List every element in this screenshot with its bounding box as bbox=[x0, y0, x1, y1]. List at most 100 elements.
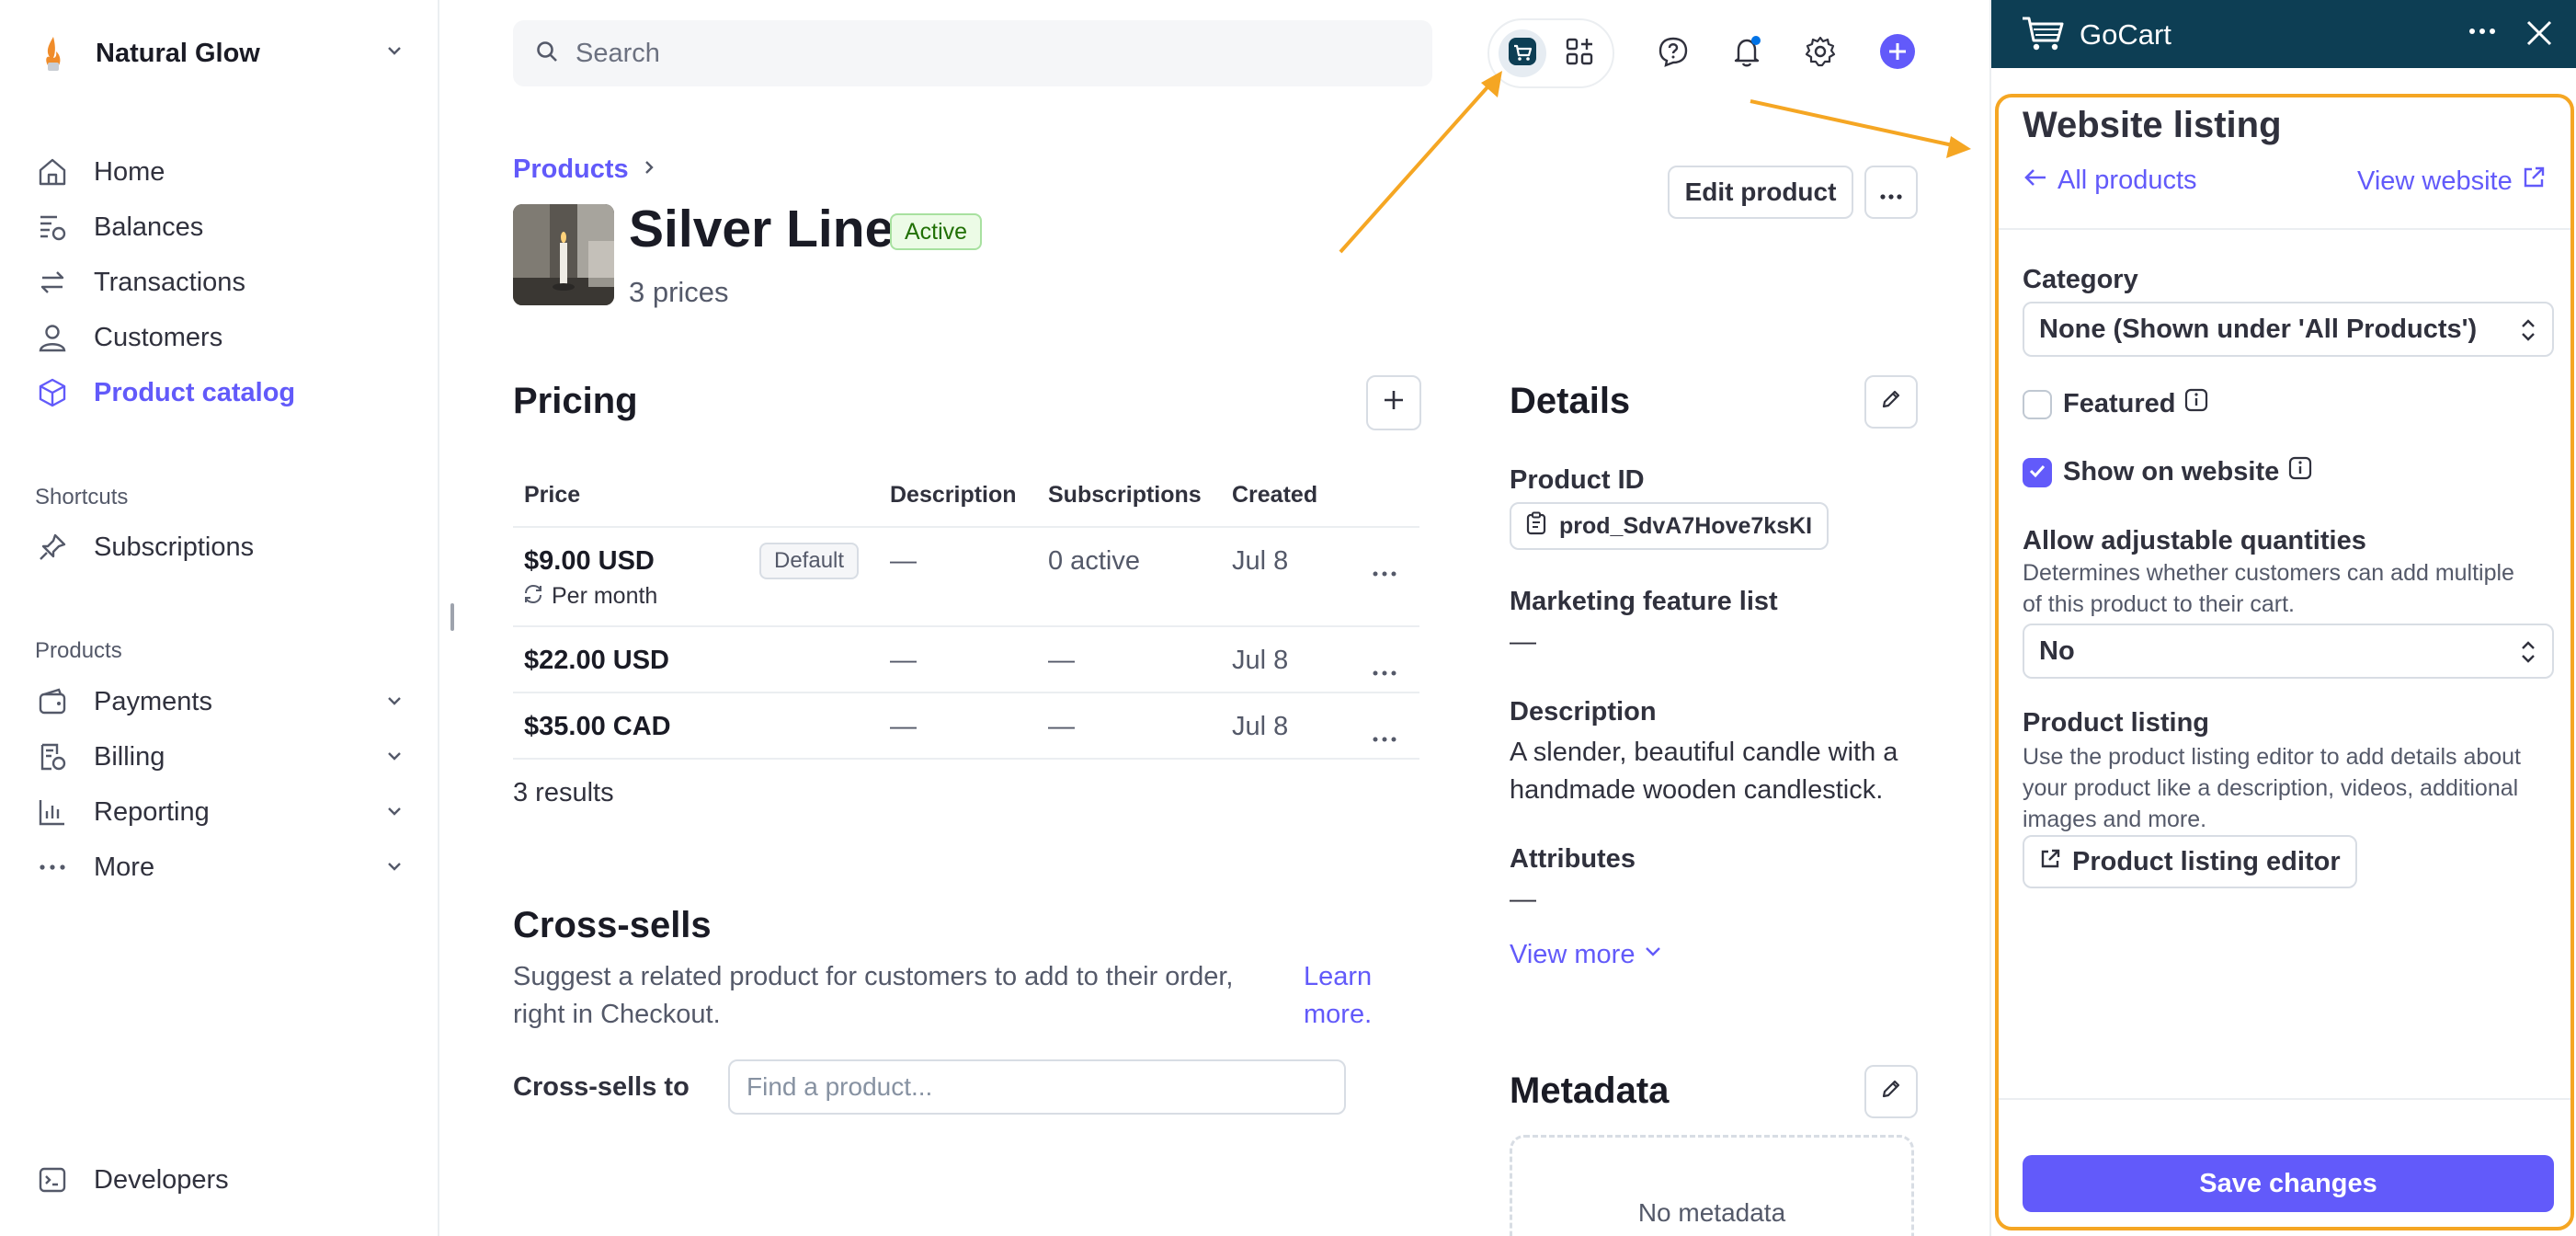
settings-button[interactable] bbox=[1798, 31, 1842, 75]
learn-more-link[interactable]: Learn more. bbox=[1304, 958, 1372, 1034]
price-description: — bbox=[890, 646, 917, 675]
sidebar-item-reporting[interactable]: Reporting bbox=[37, 790, 405, 834]
sidebar-item-home[interactable]: Home bbox=[37, 150, 405, 194]
close-icon[interactable] bbox=[2525, 18, 2554, 52]
product-catalog-icon bbox=[37, 372, 77, 413]
sidebar-item-more[interactable]: More bbox=[37, 845, 405, 889]
show-on-website-checkbox[interactable] bbox=[2023, 458, 2052, 487]
metadata-heading: Metadata bbox=[1510, 1070, 1670, 1111]
sidebar-item-label: Customers bbox=[94, 322, 223, 352]
sidebar-item-subscriptions[interactable]: Subscriptions bbox=[37, 525, 405, 569]
sidebar-item-transactions[interactable]: Transactions bbox=[37, 260, 405, 304]
edit-metadata-button[interactable] bbox=[1864, 1065, 1918, 1118]
sidebar-item-label: Product catalog bbox=[94, 377, 296, 407]
description-line-2: handmade wooden candlestick. bbox=[1510, 775, 1884, 805]
sidebar-item-developers[interactable]: Developers bbox=[37, 1158, 405, 1202]
help-button[interactable] bbox=[1651, 31, 1695, 75]
row-actions-button[interactable] bbox=[1372, 653, 1397, 684]
price-created: Jul 8 bbox=[1232, 646, 1289, 675]
category-select[interactable]: None (Shown under 'All Products') bbox=[2023, 302, 2554, 357]
row-actions-button[interactable] bbox=[1372, 719, 1397, 750]
edit-product-button[interactable]: Edit product bbox=[1668, 166, 1853, 219]
pricing-heading: Pricing bbox=[513, 381, 638, 421]
sidebar-item-label: Balances bbox=[94, 212, 204, 242]
account-switcher[interactable]: Natural Glow bbox=[37, 33, 405, 74]
price-subscriptions: — bbox=[1048, 646, 1075, 675]
customers-icon bbox=[37, 317, 77, 358]
price-amount: $9.00 USD bbox=[524, 546, 655, 576]
description-line-1: A slender, beautiful candle with a bbox=[1510, 738, 1898, 767]
more-horizontal-icon bbox=[1879, 177, 1903, 207]
search-input[interactable] bbox=[576, 38, 1403, 69]
listing-help-line-2: your product like a description, videos,… bbox=[2023, 775, 2519, 801]
checkmark-icon bbox=[2027, 461, 2047, 486]
sidebar-item-label: Billing bbox=[94, 741, 165, 772]
interval-label: Per month bbox=[552, 583, 658, 609]
product-id-label: Product ID bbox=[1510, 465, 1645, 495]
product-image bbox=[513, 204, 614, 305]
all-products-link[interactable]: All products bbox=[2023, 166, 2197, 196]
sidebar-item-balances[interactable]: Balances bbox=[37, 205, 405, 249]
breadcrumb-products-link[interactable]: Products bbox=[513, 154, 629, 185]
column-header-description: Description bbox=[890, 482, 1017, 508]
edit-details-button[interactable] bbox=[1864, 375, 1918, 429]
default-badge: Default bbox=[759, 543, 860, 579]
sidebar-item-label: Payments bbox=[94, 686, 212, 716]
price-interval: Per month bbox=[522, 583, 657, 610]
apps-grid-button[interactable] bbox=[1556, 29, 1603, 77]
page-title: Silver Line bbox=[629, 200, 895, 258]
info-icon[interactable] bbox=[2288, 456, 2312, 487]
gocart-app-panel: GoCart Website listing All products View… bbox=[1989, 0, 2576, 1236]
status-badge: Active bbox=[890, 213, 983, 250]
view-website-link[interactable]: View website bbox=[2357, 166, 2546, 197]
price-subscriptions: 0 active bbox=[1048, 546, 1140, 576]
product-more-button[interactable] bbox=[1864, 166, 1918, 219]
sidebar-item-billing[interactable]: Billing bbox=[37, 735, 405, 779]
listing-help-line-1: Use the product listing editor to add de… bbox=[2023, 744, 2522, 770]
pin-icon bbox=[37, 527, 77, 567]
category-value: None (Shown under 'All Products') bbox=[2039, 314, 2478, 344]
sidebar-item-payments[interactable]: Payments bbox=[37, 680, 405, 724]
notifications-button[interactable] bbox=[1725, 31, 1769, 75]
marketing-features-value: — bbox=[1510, 627, 1536, 657]
sidebar-item-label: More bbox=[94, 852, 155, 882]
view-more-link[interactable]: View more bbox=[1510, 940, 1664, 970]
sidebar-item-label: Developers bbox=[94, 1164, 229, 1195]
sidebar-resize-handle[interactable] bbox=[450, 603, 454, 631]
product-id-copy[interactable]: prod_SdvA7Hove7ksKI bbox=[1510, 502, 1829, 550]
all-products-label: All products bbox=[2057, 166, 2197, 195]
quantities-help-line-1: Determines whether customers can add mul… bbox=[2023, 560, 2514, 586]
add-price-button[interactable] bbox=[1366, 375, 1421, 430]
chevron-down-icon bbox=[384, 691, 405, 715]
show-on-website-option: Show on website bbox=[2063, 456, 2312, 487]
table-divider bbox=[513, 692, 1419, 693]
create-button[interactable] bbox=[1875, 31, 1920, 75]
pencil-icon bbox=[1880, 1077, 1902, 1106]
save-changes-button[interactable]: Save changes bbox=[2023, 1155, 2554, 1212]
price-description: — bbox=[890, 546, 917, 576]
price-count: 3 prices bbox=[629, 276, 729, 308]
sidebar-item-label: Subscriptions bbox=[94, 532, 255, 562]
table-divider bbox=[513, 526, 1419, 528]
app-switcher bbox=[1487, 18, 1614, 88]
cart-app-button[interactable] bbox=[1499, 29, 1546, 77]
row-actions-button[interactable] bbox=[1372, 554, 1397, 585]
plus-icon bbox=[1382, 388, 1406, 418]
panel-more-button[interactable] bbox=[2468, 24, 2497, 40]
learn-more-line-1: Learn bbox=[1304, 962, 1373, 991]
cross-sells-description: Suggest a related product for customers … bbox=[513, 962, 1234, 1029]
external-link-icon bbox=[2522, 166, 2546, 197]
quantities-select[interactable]: No bbox=[2023, 624, 2554, 679]
column-header-price: Price bbox=[524, 482, 581, 508]
product-listing-editor-button[interactable]: Product listing editor bbox=[2023, 835, 2357, 888]
sidebar-item-customers[interactable]: Customers bbox=[37, 315, 405, 360]
featured-checkbox[interactable] bbox=[2023, 390, 2052, 419]
pencil-icon bbox=[1880, 387, 1902, 417]
recurring-icon bbox=[522, 583, 544, 610]
product-listing-editor-label: Product listing editor bbox=[2072, 846, 2341, 876]
search-bar[interactable] bbox=[513, 20, 1432, 86]
breadcrumb: Products bbox=[513, 154, 658, 185]
sidebar-item-product-catalog[interactable]: Product catalog bbox=[37, 371, 405, 415]
info-icon[interactable] bbox=[2184, 388, 2208, 419]
find-product-input[interactable] bbox=[728, 1059, 1346, 1115]
